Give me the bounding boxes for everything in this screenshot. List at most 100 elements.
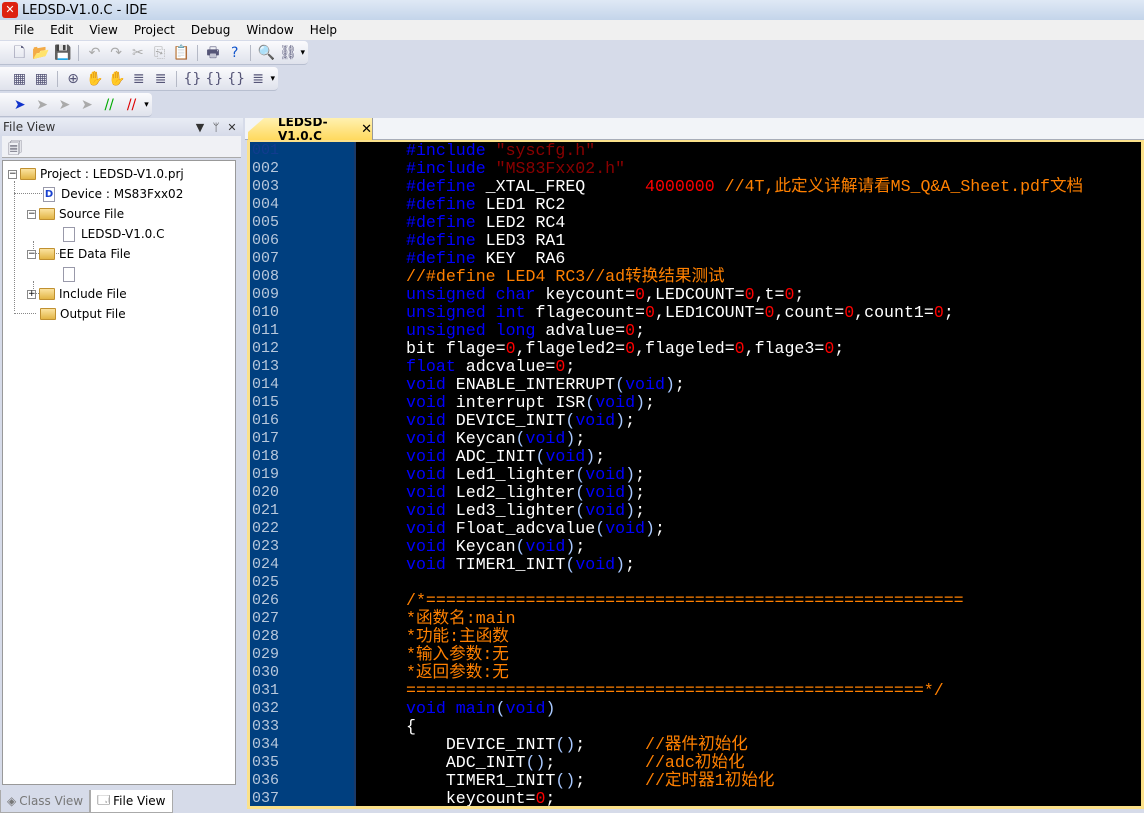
expand-icon[interactable]: +	[27, 289, 36, 299]
menu-help[interactable]: Help	[310, 23, 337, 37]
code-token-kw: #define	[406, 213, 486, 232]
close-icon[interactable]: ✕	[224, 121, 240, 134]
code-token-str: "syscfg.h"	[495, 141, 596, 160]
uncomment-icon[interactable]: //	[122, 96, 141, 114]
code-token-pn: )	[585, 447, 596, 466]
properties-icon[interactable]: 🗐	[8, 141, 22, 157]
code-token-kw: void	[406, 519, 456, 538]
code-token-kw: void	[406, 393, 456, 412]
code-line: void main(void)	[358, 700, 1141, 718]
code-token-pn: (	[535, 447, 546, 466]
collapse-icon[interactable]: −	[27, 209, 36, 219]
code-token-pn: )	[565, 429, 576, 448]
code-token-tx: ;	[674, 375, 685, 394]
tab-class-view[interactable]: ◈ Class View	[0, 790, 91, 813]
tree-item-ee-data-file[interactable]: − EE Data File	[27, 244, 131, 264]
code-token-tx: {	[406, 717, 416, 736]
code-token-num: 0	[625, 321, 636, 340]
step-over-icon[interactable]: ≣	[151, 70, 170, 88]
find-icon[interactable]: 🔍	[257, 44, 276, 62]
tree-item-ee-file[interactable]	[63, 264, 81, 284]
code-line: unsigned long advalue=0;	[358, 322, 1141, 340]
collapse-icon[interactable]: −	[8, 169, 17, 179]
line-number: 007	[252, 250, 280, 267]
toolbar-overflow-icon[interactable]: ▾	[300, 48, 307, 58]
open-folder-icon[interactable]: 📂	[32, 44, 51, 62]
print-icon[interactable]: 🖶	[204, 44, 223, 62]
file-view-panel: File View ▼ ᛘ ✕ 🗐 − Project : LEDSD-V1.0.…	[0, 118, 243, 813]
code-token-kw: #include	[406, 141, 496, 160]
line-number: 009	[252, 286, 280, 303]
code-token-kw: void	[585, 483, 626, 502]
code-token-kw: void	[406, 375, 456, 394]
tree-item-source-c[interactable]: LEDSD-V1.0.C	[63, 224, 164, 244]
bookmark-clear-icon[interactable]: ➤	[77, 96, 96, 114]
undo-icon[interactable]: ↶	[85, 44, 104, 62]
save-icon[interactable]: 💾	[53, 44, 72, 62]
toolbar-overflow-icon[interactable]: ▾	[144, 100, 152, 110]
help-icon[interactable]: ?	[225, 44, 244, 62]
paste-icon[interactable]: 📋	[172, 44, 191, 62]
code-line: void Led2_lighter(void);	[358, 484, 1141, 502]
tree-item-project[interactable]: − Project : LEDSD-V1.0.prj	[8, 164, 184, 184]
menu-edit[interactable]: Edit	[50, 23, 73, 37]
code-token-tx: _XTAL_FREQ	[485, 177, 645, 196]
build-icon[interactable]: ▦	[32, 70, 51, 88]
tree-item-label: Device : MS83Fxx02	[61, 187, 184, 201]
debug-toolbar: ▦ ▦ ⊕ ✋ ✋ ≣ ≣ {} {} {} ≣ ▾	[0, 67, 278, 91]
code-token-num: 0	[844, 303, 855, 322]
code-token-kw: void	[406, 537, 456, 556]
menu-bar: File Edit View Project Debug Window Help	[0, 20, 1144, 40]
edit-doc-icon[interactable]: ≣	[249, 70, 268, 88]
bookmark-icon[interactable]: ➤	[10, 96, 29, 114]
code-token-cm: //#define LED4 RC3//ad转换结果测试	[406, 267, 725, 286]
tree-item-device[interactable]: D Device : MS83Fxx02	[43, 184, 183, 204]
bookmark-next-icon[interactable]: ➤	[55, 96, 74, 114]
dropdown-icon[interactable]: ▼	[192, 121, 208, 134]
menu-file[interactable]: File	[14, 23, 34, 37]
tab-file-view[interactable]: 🗔 File View	[90, 790, 173, 813]
code-text[interactable]: #include "syscfg.h" #include "MS83Fxx02.h…	[358, 142, 1141, 806]
compile-icon[interactable]: ▦	[10, 70, 29, 88]
code-token-pn: ()	[525, 753, 546, 772]
tree-item-include-file[interactable]: + Include File	[27, 284, 127, 304]
tree-item-label: Include File	[59, 287, 127, 301]
debug-zoom-icon[interactable]: ⊕	[64, 70, 83, 88]
menu-window[interactable]: Window	[246, 23, 293, 37]
tree-item-source-file[interactable]: − Source File	[27, 204, 124, 224]
step-into-icon[interactable]: ≣	[129, 70, 148, 88]
comment-icon[interactable]: //	[100, 96, 119, 114]
menu-debug[interactable]: Debug	[191, 23, 230, 37]
redo-icon[interactable]: ↷	[107, 44, 126, 62]
hand-icon[interactable]: ✋	[86, 70, 105, 88]
brace-in-icon[interactable]: {}	[183, 70, 202, 88]
brace-star-icon[interactable]: {}	[227, 70, 246, 88]
tree-item-output-file[interactable]: Output File	[40, 304, 126, 324]
copy-icon[interactable]: ⎘	[150, 44, 169, 62]
code-editor[interactable]: 001 002 003 004 005 006 007 008 009 010 011 012 013 0…	[247, 140, 1144, 809]
menu-project[interactable]: Project	[134, 23, 175, 37]
hand-step-icon[interactable]: ✋	[107, 70, 126, 88]
pin-icon[interactable]: ᛘ	[208, 121, 224, 134]
code-token-pn: )	[625, 465, 636, 484]
toolbar-overflow-icon[interactable]: ▾	[271, 74, 279, 84]
editor-tab[interactable]: LEDSD-V1.0.C ✕	[248, 118, 373, 140]
menu-view[interactable]: View	[89, 23, 117, 37]
project-tree: − Project : LEDSD-V1.0.prj D Device : MS83…	[2, 160, 236, 785]
code-token-num: 0	[645, 303, 655, 322]
code-line: void Led3_lighter(void);	[358, 502, 1141, 520]
code-token-num: 0	[505, 339, 516, 358]
code-token-kw: void main	[406, 699, 496, 718]
close-tab-icon[interactable]: ✕	[361, 122, 372, 137]
collapse-icon[interactable]: −	[27, 249, 36, 259]
code-token-pn: (	[575, 465, 586, 484]
code-token-tx: ,count=	[774, 303, 845, 322]
binoculars-icon[interactable]: ⛓	[279, 44, 298, 62]
line-number: 018	[252, 448, 280, 465]
cut-icon[interactable]: ✂	[129, 44, 148, 62]
title-bar: ✕ LEDSD-V1.0.C - IDE	[0, 0, 1144, 20]
brace-out-icon[interactable]: {}	[205, 70, 224, 88]
bookmark-prev-icon[interactable]: ➤	[32, 96, 51, 114]
code-token-str: "MS83Fxx02.h"	[495, 159, 626, 178]
new-file-icon[interactable]: 🗋	[10, 44, 29, 62]
